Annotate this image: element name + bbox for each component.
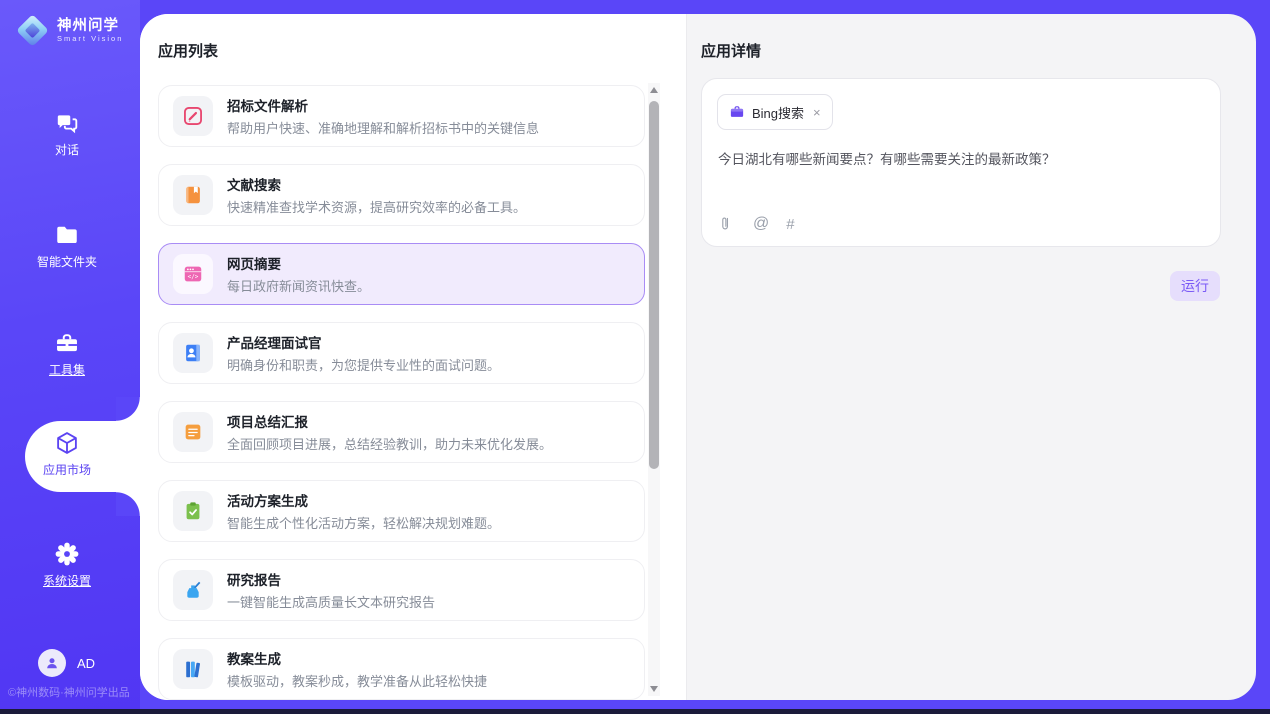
mention-button[interactable]: @ bbox=[753, 215, 769, 233]
bottom-taskbar bbox=[0, 709, 1270, 714]
app-card-lesson-plan[interactable]: 教案生成 模板驱动，教案秒成，教学准备从此轻松快捷 bbox=[158, 638, 645, 700]
app-icon-box: </> bbox=[173, 254, 213, 294]
app-card-title: 网页摘要 bbox=[227, 253, 370, 273]
app-detail-title: 应用详情 bbox=[701, 40, 761, 61]
paperclip-icon bbox=[718, 215, 736, 233]
tool-chip-bing-search[interactable]: Bing搜索 × bbox=[717, 94, 833, 130]
copyright-footer: ©神州数码·神州问学出品 bbox=[8, 684, 130, 700]
sidebar-item-label: 系统设置 bbox=[0, 572, 134, 589]
app-card-title: 项目总结汇报 bbox=[227, 411, 552, 431]
app-icon-box bbox=[173, 175, 213, 215]
list-scrollbar[interactable] bbox=[648, 83, 660, 696]
brand-logo: 神州问学 Smart Vision bbox=[16, 14, 123, 46]
svg-text:</>: </> bbox=[188, 274, 199, 281]
app-card-title: 产品经理面试官 bbox=[227, 332, 500, 352]
brand-subtitle: Smart Vision bbox=[57, 34, 123, 43]
browser-code-icon: </> bbox=[182, 263, 204, 285]
app-card-project-summary[interactable]: 项目总结汇报 全面回顾项目进展，总结经验教训，助力未来优化发展。 bbox=[158, 401, 645, 463]
app-detail-panel: 应用详情 Bing搜索 × 今日湖北有哪些新闻要点？有哪些需要关注的最新政策？ bbox=[687, 14, 1256, 700]
content-area: 应用列表 招标文件解析 帮助用户快速、准确地理解和解析招标书中的关键信息 bbox=[140, 14, 1256, 700]
app-card-research-report[interactable]: 研究报告 一键智能生成高质量长文本研究报告 bbox=[158, 559, 645, 621]
app-card-desc: 智能生成个性化活动方案，轻松解决规划难题。 bbox=[227, 513, 500, 532]
app-card-title: 研究报告 bbox=[227, 569, 435, 589]
books-icon bbox=[182, 658, 204, 680]
app-card-desc: 每日政府新闻资讯快查。 bbox=[227, 276, 370, 295]
app-card-title: 招标文件解析 bbox=[227, 95, 539, 115]
edit-icon bbox=[182, 105, 204, 127]
sidebar-item-label: 智能文件夹 bbox=[0, 253, 134, 270]
chip-close-icon[interactable]: × bbox=[813, 105, 821, 120]
chip-label: Bing搜索 bbox=[752, 103, 804, 122]
sidebar-item-smart-folder[interactable]: 智能文件夹 bbox=[0, 222, 134, 270]
app-card-desc: 明确身份和职责，为您提供专业性的面试问题。 bbox=[227, 355, 500, 374]
app-card-web-summary-selected[interactable]: </> 网页摘要 每日政府新闻资讯快查。 bbox=[158, 243, 645, 305]
gear-icon bbox=[54, 541, 80, 567]
scrollbar-thumb[interactable] bbox=[649, 101, 659, 469]
sidebar-item-label: 工具集 bbox=[0, 361, 134, 378]
clipboard-check-icon bbox=[182, 500, 204, 522]
scroll-down-arrow-icon[interactable] bbox=[650, 686, 658, 692]
sidebar-item-label: 对话 bbox=[0, 141, 134, 158]
app-card-event-plan[interactable]: 活动方案生成 智能生成个性化活动方案，轻松解决规划难题。 bbox=[158, 480, 645, 542]
brand-diamond-icon bbox=[16, 14, 48, 46]
app-icon-box bbox=[173, 570, 213, 610]
person-icon bbox=[43, 654, 61, 672]
app-list-panel: 应用列表 招标文件解析 帮助用户快速、准确地理解和解析招标书中的关键信息 bbox=[140, 14, 686, 700]
cube-icon bbox=[54, 430, 80, 456]
sidebar-item-app-market[interactable]: 应用市场 bbox=[25, 421, 140, 492]
app-card-desc: 帮助用户快速、准确地理解和解析招标书中的关键信息 bbox=[227, 118, 539, 137]
user-account[interactable]: AD bbox=[38, 649, 95, 677]
prompt-toolbar: @ # bbox=[718, 215, 795, 233]
user-initials: AD bbox=[77, 656, 95, 671]
avatar bbox=[38, 649, 66, 677]
attach-file-button[interactable] bbox=[718, 215, 736, 233]
chat-icon bbox=[54, 110, 80, 136]
app-card-desc: 快速精准查找学术资源，提高研究效率的必备工具。 bbox=[227, 197, 526, 216]
app-icon-box bbox=[173, 412, 213, 452]
app-card-literature-search[interactable]: 文献搜索 快速精准查找学术资源，提高研究效率的必备工具。 bbox=[158, 164, 645, 226]
sidebar-item-label: 应用市场 bbox=[25, 461, 109, 478]
prompt-input[interactable]: 今日湖北有哪些新闻要点？有哪些需要关注的最新政策？ bbox=[718, 151, 1204, 168]
folder-icon bbox=[54, 222, 80, 248]
app-window: 神州问学 Smart Vision 对话 智能文件夹 工具 bbox=[0, 0, 1270, 714]
app-icon-box bbox=[173, 96, 213, 136]
ink-quill-icon bbox=[182, 579, 204, 601]
app-icon-box bbox=[173, 491, 213, 531]
app-card-desc: 模板驱动，教案秒成，教学准备从此轻松快捷 bbox=[227, 671, 487, 690]
app-icon-box bbox=[173, 333, 213, 373]
app-card-list: 招标文件解析 帮助用户快速、准确地理解和解析招标书中的关键信息 文献搜索 bbox=[158, 85, 645, 700]
bubble-curve-bottom bbox=[116, 492, 140, 516]
app-list-title: 应用列表 bbox=[158, 40, 218, 61]
sidebar-item-toolset[interactable]: 工具集 bbox=[0, 330, 134, 378]
sidebar: 神州问学 Smart Vision 对话 智能文件夹 工具 bbox=[0, 0, 140, 714]
sidebar-item-chat[interactable]: 对话 bbox=[0, 110, 134, 158]
app-card-bid-parse[interactable]: 招标文件解析 帮助用户快速、准确地理解和解析招标书中的关键信息 bbox=[158, 85, 645, 147]
interviewer-icon bbox=[182, 342, 204, 364]
app-card-pm-interviewer[interactable]: 产品经理面试官 明确身份和职责，为您提供专业性的面试问题。 bbox=[158, 322, 645, 384]
bubble-curve-top bbox=[116, 397, 140, 421]
sidebar-item-settings[interactable]: 系统设置 bbox=[0, 541, 134, 589]
app-card-title: 教案生成 bbox=[227, 648, 487, 668]
book-icon bbox=[182, 184, 204, 206]
app-card-desc: 全面回顾项目进展，总结经验教训，助力未来优化发展。 bbox=[227, 434, 552, 453]
briefcase-icon bbox=[729, 104, 745, 120]
app-card-desc: 一键智能生成高质量长文本研究报告 bbox=[227, 592, 435, 611]
app-card-title: 文献搜索 bbox=[227, 174, 526, 194]
note-icon bbox=[182, 421, 204, 443]
run-button[interactable]: 运行 bbox=[1170, 271, 1220, 301]
brand-name: 神州问学 bbox=[57, 18, 123, 34]
app-card-title: 活动方案生成 bbox=[227, 490, 500, 510]
app-icon-box bbox=[173, 649, 213, 689]
prompt-card: Bing搜索 × 今日湖北有哪些新闻要点？有哪些需要关注的最新政策？ @ # bbox=[701, 78, 1221, 247]
hashtag-button[interactable]: # bbox=[786, 216, 794, 233]
toolbox-icon bbox=[54, 330, 80, 356]
scroll-up-arrow-icon[interactable] bbox=[650, 87, 658, 93]
